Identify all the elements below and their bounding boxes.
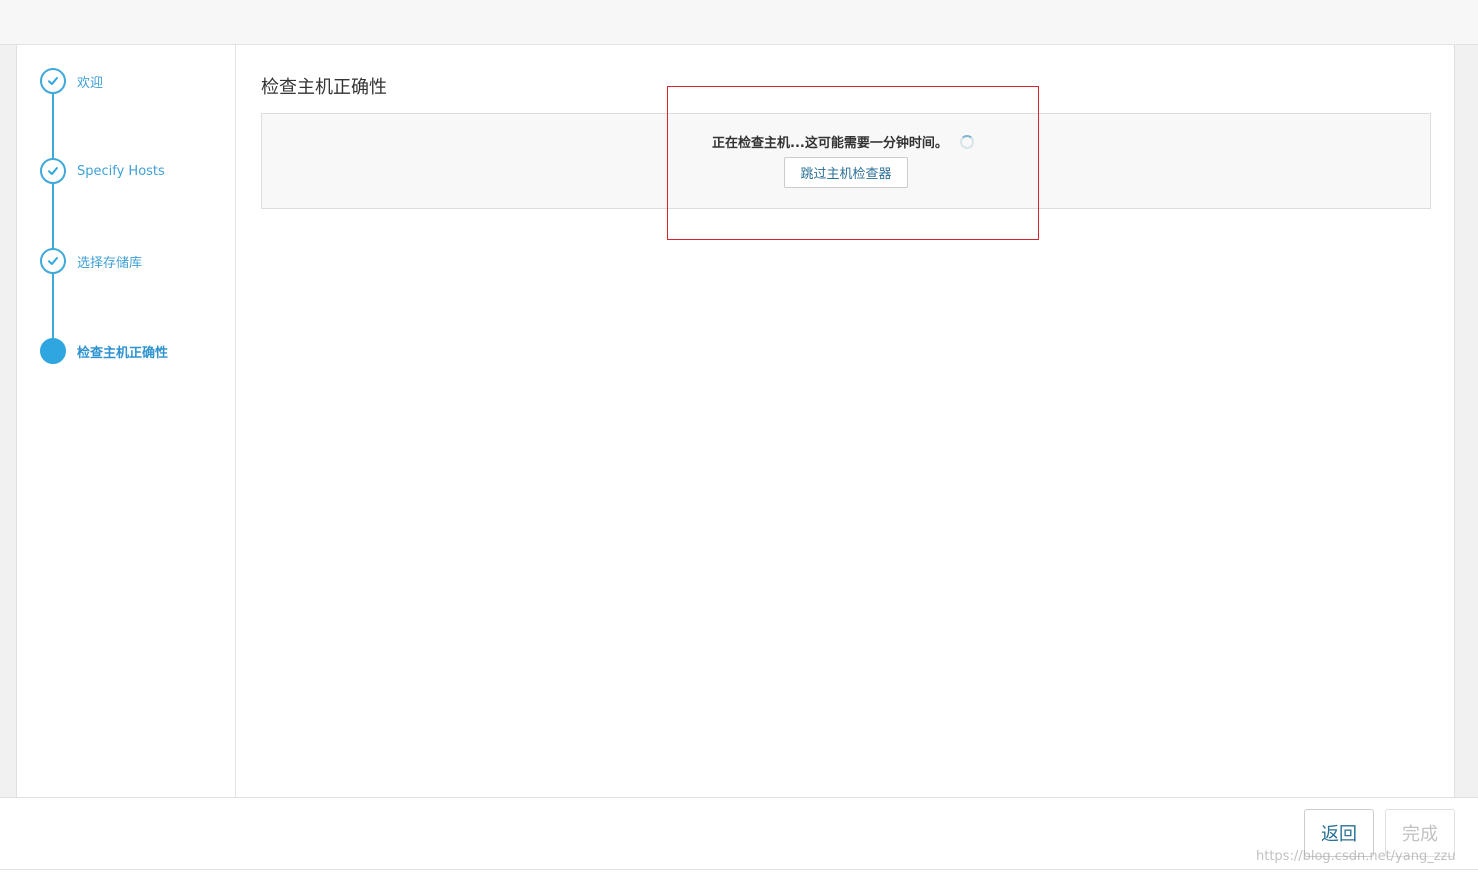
loading-spinner-icon (959, 134, 974, 149)
host-check-panel: 正在检查主机...这可能需要一分钟时间。 跳过主机检查器 (261, 113, 1431, 209)
wizard-footer: 返回 完成 (0, 797, 1478, 870)
step-check-hosts: 检查主机正确性 (40, 338, 168, 364)
wizard-steps-sidebar: 欢迎 Specify Hosts 选择存储库 检查主机正确性 (17, 45, 236, 797)
finish-button: 完成 (1385, 809, 1455, 857)
check-icon (40, 158, 66, 184)
step-label: 欢迎 (77, 75, 104, 91)
step-label: 检查主机正确性 (77, 345, 169, 361)
back-button[interactable]: 返回 (1304, 809, 1374, 857)
step-label: Specify Hosts (77, 163, 165, 179)
top-header-bar (0, 0, 1478, 45)
page-title: 检查主机正确性 (261, 77, 387, 98)
wizard-content: 检查主机正确性 正在检查主机...这可能需要一分钟时间。 跳过主机检查器 (237, 45, 1454, 797)
checking-status: 正在检查主机...这可能需要一分钟时间。 (712, 132, 974, 151)
step-welcome[interactable]: 欢迎 (40, 68, 103, 94)
check-icon (40, 68, 66, 94)
check-icon (40, 248, 66, 274)
install-wizard: 欢迎 Specify Hosts 选择存储库 检查主机正确性 检查主机正确性 正… (16, 45, 1455, 797)
active-step-dot-icon (40, 338, 66, 364)
step-specify-hosts[interactable]: Specify Hosts (40, 158, 165, 184)
step-select-repository[interactable]: 选择存储库 (40, 248, 142, 274)
checking-status-text: 正在检查主机...这可能需要一分钟时间。 (712, 136, 948, 151)
step-label: 选择存储库 (77, 255, 143, 271)
skip-host-checker-button[interactable]: 跳过主机检查器 (784, 157, 908, 188)
